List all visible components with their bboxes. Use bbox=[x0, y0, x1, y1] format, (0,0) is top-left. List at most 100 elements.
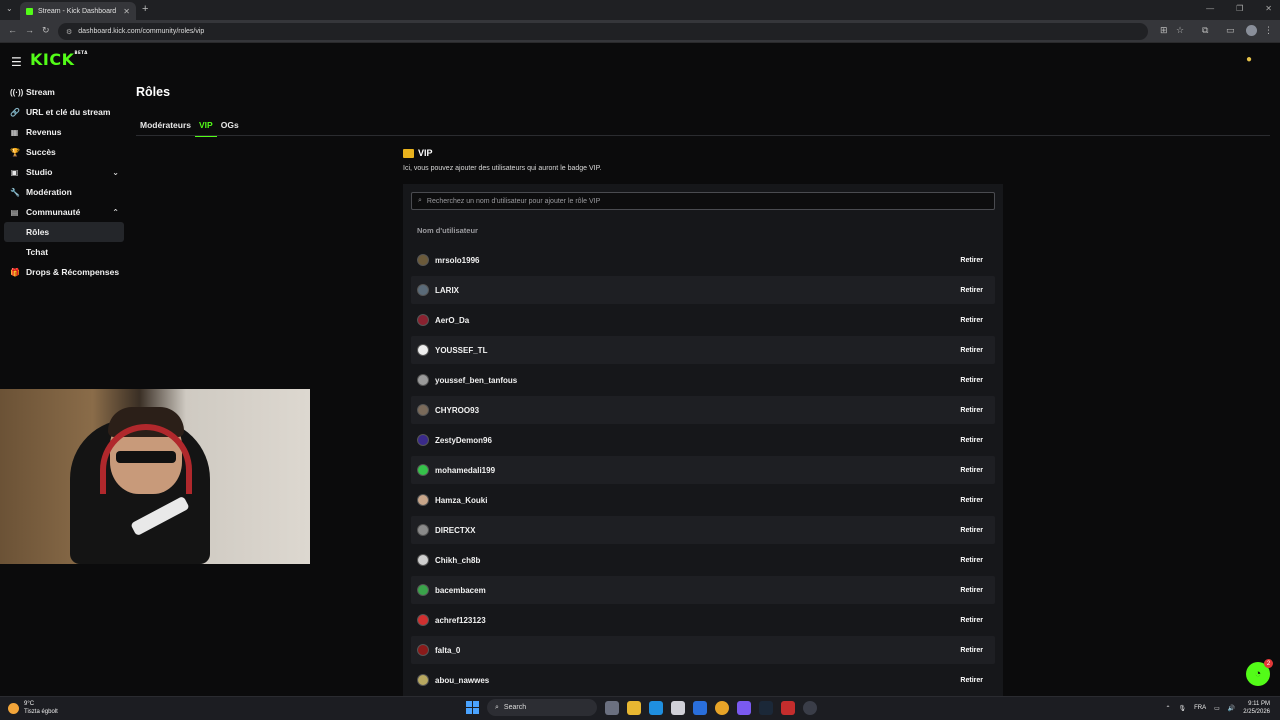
username[interactable]: Chikh_ch8b bbox=[435, 556, 480, 565]
avatar[interactable] bbox=[417, 644, 429, 656]
avatar[interactable] bbox=[417, 344, 429, 356]
username[interactable]: LARIX bbox=[435, 286, 459, 295]
obs-icon[interactable] bbox=[803, 700, 817, 715]
sidebar-item-community[interactable]: ▤ Communauté ⌃ bbox=[4, 202, 124, 222]
sidebar-toggle-icon[interactable]: ▭ bbox=[1226, 25, 1235, 36]
back-icon[interactable]: ← bbox=[8, 25, 17, 35]
remove-button[interactable]: Retirer bbox=[954, 644, 989, 657]
remove-button[interactable]: Retirer bbox=[954, 314, 989, 327]
task-view-icon[interactable] bbox=[605, 700, 619, 715]
browser-tab[interactable]: Stream - Kick Dashboard ✕ bbox=[20, 2, 136, 20]
address-bar[interactable]: ⚙ dashboard.kick.com/community/roles/vip bbox=[58, 23, 1148, 40]
remove-button[interactable]: Retirer bbox=[954, 494, 989, 507]
sidebar-item-roles[interactable]: Rôles bbox=[4, 222, 124, 242]
discord-icon[interactable] bbox=[737, 700, 751, 715]
chrome-icon[interactable] bbox=[715, 700, 729, 715]
edge-icon[interactable] bbox=[649, 700, 663, 715]
username[interactable]: AerO_Da bbox=[435, 316, 469, 325]
file-explorer-icon[interactable] bbox=[627, 700, 641, 715]
bookmark-star-icon[interactable]: ☆ bbox=[1176, 25, 1184, 36]
remove-button[interactable]: Retirer bbox=[954, 284, 989, 297]
avatar[interactable] bbox=[417, 554, 429, 566]
sidebar-item-achievements[interactable]: 🏆 Succès bbox=[4, 142, 124, 162]
remove-button[interactable]: Retirer bbox=[954, 254, 989, 267]
forward-icon[interactable]: → bbox=[25, 25, 34, 35]
avatar[interactable] bbox=[417, 524, 429, 536]
minimize-icon[interactable]: — bbox=[1206, 4, 1214, 13]
language-indicator[interactable]: FRA bbox=[1194, 705, 1206, 711]
avatar[interactable] bbox=[417, 374, 429, 386]
username[interactable]: achref123123 bbox=[435, 616, 486, 625]
username[interactable]: ZestyDemon96 bbox=[435, 436, 492, 445]
remove-button[interactable]: Retirer bbox=[954, 584, 989, 597]
avatar[interactable] bbox=[417, 434, 429, 446]
username[interactable]: Hamza_Kouki bbox=[435, 496, 487, 505]
username[interactable]: YOUSSEF_TL bbox=[435, 346, 487, 355]
tab-search-icon[interactable]: ⌄ bbox=[6, 4, 13, 13]
remove-button[interactable]: Retirer bbox=[954, 344, 989, 357]
menu-dots-icon[interactable]: ⋮ bbox=[1264, 25, 1273, 36]
new-tab-button[interactable]: + bbox=[142, 3, 148, 15]
reload-icon[interactable]: ↻ bbox=[42, 25, 50, 36]
profile-avatar[interactable] bbox=[1246, 25, 1257, 36]
username[interactable]: abou_nawwes bbox=[435, 676, 489, 685]
sidebar-item-stream[interactable]: ((·)) Stream bbox=[4, 82, 124, 102]
username[interactable]: mohamedali199 bbox=[435, 466, 495, 475]
site-info-icon[interactable]: ⚙ bbox=[66, 28, 72, 36]
trophy-icon: 🏆 bbox=[10, 147, 20, 157]
remove-button[interactable]: Retirer bbox=[954, 524, 989, 537]
url-text[interactable]: dashboard.kick.com/community/roles/vip bbox=[78, 28, 204, 35]
windows-start-icon[interactable] bbox=[466, 701, 479, 714]
remove-button[interactable]: Retirer bbox=[954, 374, 989, 387]
kick-logo[interactable]: KICKBETA bbox=[30, 50, 88, 69]
tray-chevron-icon[interactable]: ⌃ bbox=[1165, 705, 1170, 712]
translate-icon[interactable]: ⊞ bbox=[1160, 25, 1168, 36]
sidebar-item-revenue[interactable]: ▦ Revenus bbox=[4, 122, 124, 142]
chevron-up-icon: ⌃ bbox=[112, 207, 119, 217]
help-chat-button[interactable]: ◔ 2 bbox=[1246, 659, 1273, 686]
username[interactable]: bacembacem bbox=[435, 586, 486, 595]
avatar[interactable] bbox=[417, 254, 429, 266]
remove-button[interactable]: Retirer bbox=[954, 674, 989, 687]
sidebar-item-chat[interactable]: Tchat bbox=[4, 242, 124, 262]
vip-search-input[interactable]: ⌕ Recherchez un nom d'utilisateur pour a… bbox=[411, 192, 995, 210]
sidebar-item-moderation[interactable]: 🔧 Modération bbox=[4, 182, 124, 202]
avatar[interactable] bbox=[417, 314, 429, 326]
hamburger-menu-icon[interactable]: ☰ bbox=[11, 55, 22, 69]
maximize-icon[interactable]: ❐ bbox=[1236, 4, 1243, 13]
volume-icon[interactable]: 🔊 bbox=[1228, 705, 1235, 712]
username[interactable]: mrsolo1996 bbox=[435, 256, 479, 265]
extensions-icon[interactable]: ⧉ bbox=[1202, 25, 1208, 36]
avatar[interactable] bbox=[417, 284, 429, 296]
microphone-icon[interactable]: 🎙 bbox=[1179, 705, 1187, 712]
taskbar-search[interactable]: ⌕ Search bbox=[487, 699, 597, 716]
username[interactable]: CHYROO93 bbox=[435, 406, 479, 415]
avatar[interactable] bbox=[417, 464, 429, 476]
avatar[interactable] bbox=[417, 494, 429, 506]
remove-button[interactable]: Retirer bbox=[954, 434, 989, 447]
username[interactable]: youssef_ben_tanfous bbox=[435, 376, 517, 385]
remove-button[interactable]: Retirer bbox=[954, 614, 989, 627]
game-launcher-icon[interactable] bbox=[781, 700, 795, 715]
avatar[interactable] bbox=[417, 614, 429, 626]
mail-icon[interactable] bbox=[693, 700, 707, 715]
username[interactable]: falta_0 bbox=[435, 646, 460, 655]
sidebar-item-stream-url[interactable]: 🔗 URL et clé du stream bbox=[4, 102, 124, 122]
clock[interactable]: 9:11 PM 2/25/2026 bbox=[1243, 700, 1270, 716]
weather-widget[interactable]: 9°C Tiszta égbolt bbox=[8, 700, 58, 716]
close-tab-icon[interactable]: ✕ bbox=[123, 7, 130, 16]
remove-button[interactable]: Retirer bbox=[954, 464, 989, 477]
user-avatar[interactable]: ● bbox=[1246, 54, 1252, 65]
avatar[interactable] bbox=[417, 404, 429, 416]
close-window-icon[interactable]: ✕ bbox=[1265, 4, 1272, 13]
store-icon[interactable] bbox=[671, 700, 685, 715]
avatar[interactable] bbox=[417, 674, 429, 686]
username[interactable]: DIRECTXX bbox=[435, 526, 475, 535]
network-icon[interactable]: ▭ bbox=[1214, 705, 1220, 712]
sidebar-item-drops[interactable]: 🎁 Drops & Récompenses bbox=[4, 262, 124, 282]
sidebar-item-studio[interactable]: ▣ Studio ⌄ bbox=[4, 162, 124, 182]
steam-icon[interactable] bbox=[759, 700, 773, 715]
avatar[interactable] bbox=[417, 584, 429, 596]
remove-button[interactable]: Retirer bbox=[954, 404, 989, 417]
remove-button[interactable]: Retirer bbox=[954, 554, 989, 567]
